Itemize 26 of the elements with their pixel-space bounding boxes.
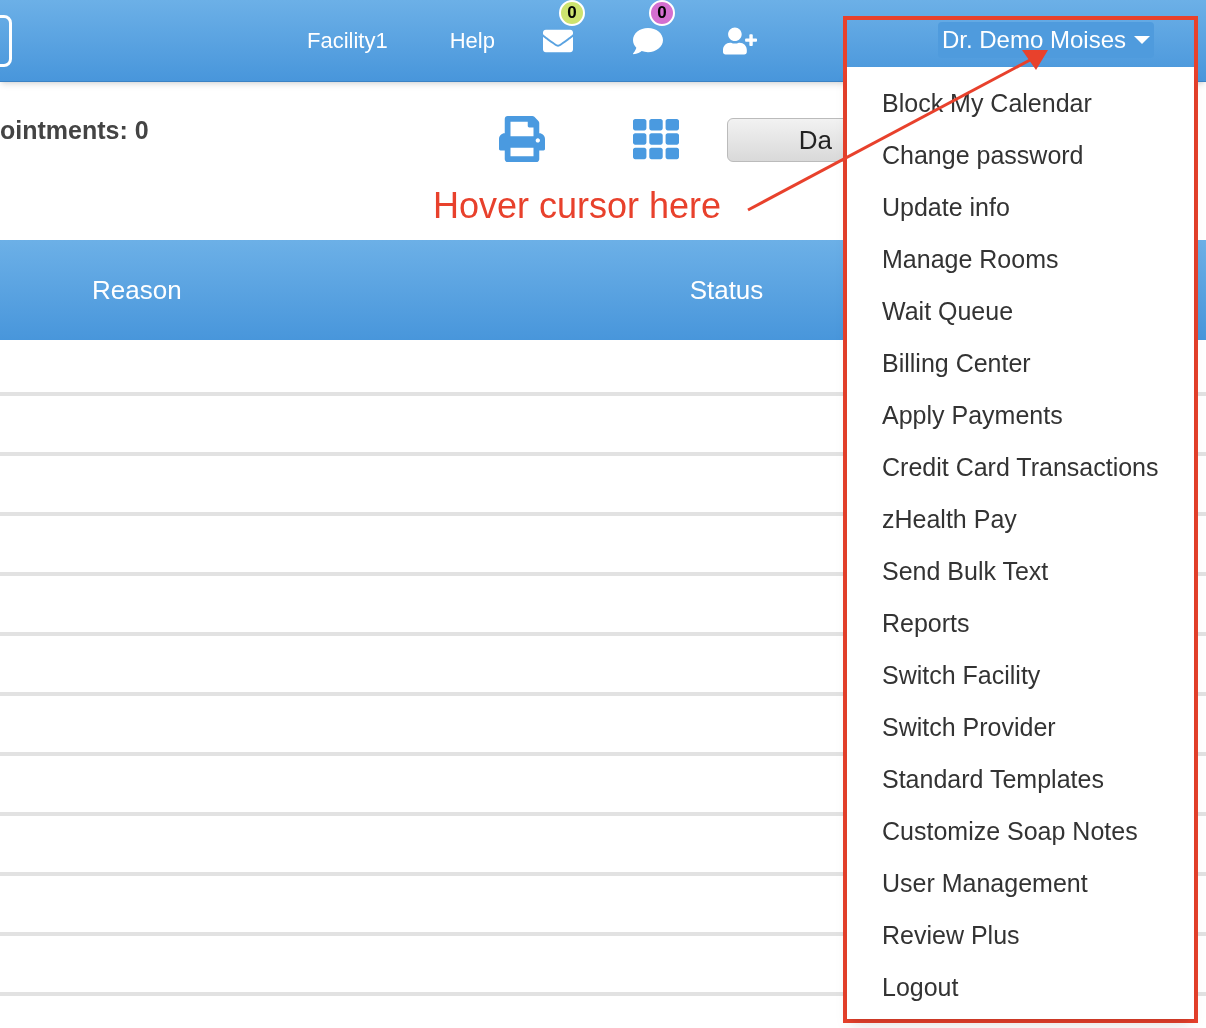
menu-item[interactable]: Standard Templates xyxy=(847,753,1194,805)
menu-item[interactable]: Send Bulk Text xyxy=(847,545,1194,597)
menu-item[interactable]: Customize Soap Notes xyxy=(847,805,1194,857)
menu-item[interactable]: User Management xyxy=(847,857,1194,909)
menu-item[interactable]: zHealth Pay xyxy=(847,493,1194,545)
menu-item[interactable]: Switch Facility xyxy=(847,649,1194,701)
annotation-text: Hover cursor here xyxy=(433,188,722,224)
speech-bubble-icon[interactable] xyxy=(632,25,663,56)
menu-item[interactable]: Credit Card Transactions xyxy=(847,441,1194,493)
menu-item[interactable]: Reports xyxy=(847,597,1194,649)
menu-item[interactable]: Apply Payments xyxy=(847,389,1194,441)
count-badge: 0 xyxy=(558,0,585,26)
column-header: Status xyxy=(689,273,764,307)
menu-item[interactable]: Manage Rooms xyxy=(847,233,1194,285)
appointments-count: ointments: 0 xyxy=(0,115,149,146)
print-icon[interactable] xyxy=(498,116,545,162)
column-header: Reason xyxy=(92,273,182,307)
menu-item[interactable]: Billing Center xyxy=(847,337,1194,389)
menu-item[interactable]: Logout xyxy=(847,961,1194,1013)
menu-item[interactable]: Review Plus xyxy=(847,909,1194,961)
count-badge: 0 xyxy=(648,0,675,26)
menu-item[interactable]: Switch Provider xyxy=(847,701,1194,753)
caret-icon xyxy=(1134,36,1150,44)
menu-item[interactable]: Update info xyxy=(847,181,1194,233)
menu-item[interactable]: Wait Queue xyxy=(847,285,1194,337)
grid-icon[interactable] xyxy=(632,116,679,162)
